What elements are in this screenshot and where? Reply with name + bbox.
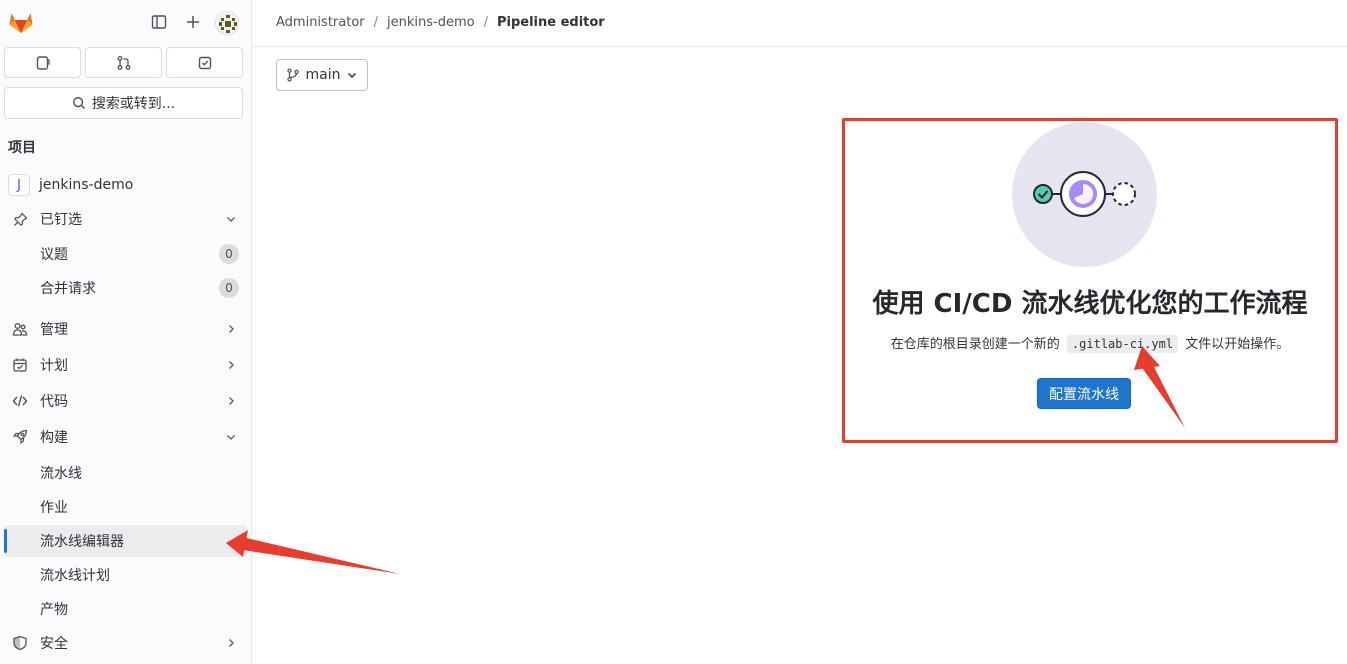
rocket-icon xyxy=(12,429,28,445)
section-title: 项目 xyxy=(8,140,36,156)
arrow-to-pipeline-editor xyxy=(226,530,400,574)
sidebar-item-label: 计划 xyxy=(40,358,68,374)
users-icon xyxy=(12,321,28,337)
sidebar-item-label: 流水线 xyxy=(40,466,82,482)
pipeline-illustration xyxy=(1012,122,1157,267)
sidebar-item-build[interactable]: 构建 xyxy=(4,421,247,453)
sidebar-item-label: 议题 xyxy=(40,247,68,263)
sidebar-item-pipeline-editor[interactable]: 流水线编辑器 xyxy=(4,525,247,557)
todo-check-icon xyxy=(198,56,211,69)
chevron-right-icon xyxy=(223,323,239,335)
sidebar-item-artifacts[interactable]: 产物 xyxy=(4,593,247,625)
empty-state-description: 在仓库的根目录创建一个新的 .gitlab-ci.yml 文件以开始操作。 xyxy=(842,333,1338,353)
sidebar-item-pipelines[interactable]: 流水线 xyxy=(4,457,247,489)
breadcrumb: Administrator / jenkins-demo / Pipeline … xyxy=(276,15,605,30)
sidebar-item-label: 合并请求 xyxy=(40,281,96,297)
sidebar-item-label: 安全 xyxy=(40,636,68,652)
empty-state-desc-after: 文件以开始操作。 xyxy=(1185,337,1290,352)
code-icon xyxy=(12,393,28,409)
issues-count-badge: 0 xyxy=(219,244,239,264)
left-sidebar: 搜索或转到... 项目 J jenkins-demo 已钉选 议题 0 合并请求… xyxy=(0,0,252,664)
sidebar-item-label: 产物 xyxy=(40,602,68,618)
sidebar-item-jobs[interactable]: 作业 xyxy=(4,491,247,523)
todo-shortcut-button[interactable] xyxy=(166,47,243,78)
branch-icon xyxy=(286,68,299,82)
merge-requests-count-badge: 0 xyxy=(219,278,239,298)
project-name: jenkins-demo xyxy=(39,177,134,193)
sidebar-item-plan[interactable]: 计划 xyxy=(4,349,247,381)
sidebar-item-label: 作业 xyxy=(40,500,68,516)
thumbtack-icon xyxy=(12,211,28,227)
sidebar-item-pinned[interactable]: 已钉选 xyxy=(4,203,247,235)
search-button[interactable]: 搜索或转到... xyxy=(4,87,243,119)
project-avatar: J xyxy=(8,174,30,196)
sidebar-toggle-icon[interactable] xyxy=(148,11,170,33)
gitlab-logo-icon[interactable] xyxy=(8,9,34,35)
sidebar-item-label: 已钉选 xyxy=(40,212,82,228)
project-link[interactable]: J jenkins-demo xyxy=(4,169,247,201)
sidebar-header xyxy=(0,0,252,46)
quick-actions xyxy=(4,47,243,78)
shield-icon xyxy=(12,635,28,651)
sidebar-item-label: 代码 xyxy=(40,394,68,410)
sidebar-item-code[interactable]: 代码 xyxy=(4,385,247,417)
breadcrumb-item-current[interactable]: Pipeline editor xyxy=(497,15,605,30)
configure-pipeline-button[interactable]: 配置流水线 xyxy=(1037,378,1131,409)
chevron-down-icon xyxy=(223,431,239,443)
sidebar-item-pipeline-schedules[interactable]: 流水线计划 xyxy=(4,559,247,591)
chevron-down-icon xyxy=(223,213,239,225)
chevron-right-icon xyxy=(223,395,239,407)
user-avatar[interactable] xyxy=(215,11,239,35)
sidebar-item-label: 流水线编辑器 xyxy=(40,534,124,550)
calendar-icon xyxy=(12,357,28,373)
empty-state-title: 使用 CI/CD 流水线优化您的工作流程 xyxy=(872,289,1308,319)
merge-requests-shortcut-button[interactable] xyxy=(85,47,162,78)
top-bar: Administrator / jenkins-demo / Pipeline … xyxy=(252,0,1347,47)
search-label: 搜索或转到... xyxy=(91,96,176,112)
ci-file-name: .gitlab-ci.yml xyxy=(1066,335,1179,353)
breadcrumb-item-project[interactable]: jenkins-demo xyxy=(387,15,475,30)
breadcrumb-separator: / xyxy=(373,15,379,30)
branch-selector[interactable]: main xyxy=(276,59,368,91)
sidebar-item-issues[interactable]: 议题 0 xyxy=(4,238,247,270)
search-icon xyxy=(72,97,85,110)
sidebar-item-label: 流水线计划 xyxy=(40,568,110,584)
sidebar-item-security[interactable]: 安全 xyxy=(4,627,247,659)
chevron-right-icon xyxy=(223,637,239,649)
merge-request-icon xyxy=(117,55,130,70)
sidebar-item-manage[interactable]: 管理 xyxy=(4,313,247,345)
branch-name: main xyxy=(305,67,341,83)
empty-state-desc-before: 在仓库的根目录创建一个新的 xyxy=(890,337,1060,352)
sidebar-item-merge-requests[interactable]: 合并请求 0 xyxy=(4,272,247,304)
plus-icon[interactable] xyxy=(182,11,204,33)
chevron-right-icon xyxy=(223,359,239,371)
sidebar-item-label: 构建 xyxy=(40,430,68,446)
issues-icon xyxy=(36,55,50,70)
breadcrumb-item-administrator[interactable]: Administrator xyxy=(276,15,365,30)
issues-shortcut-button[interactable] xyxy=(4,47,81,78)
breadcrumb-separator: / xyxy=(483,15,488,30)
chevron-down-icon xyxy=(348,72,357,79)
sidebar-item-label: 管理 xyxy=(40,322,68,338)
